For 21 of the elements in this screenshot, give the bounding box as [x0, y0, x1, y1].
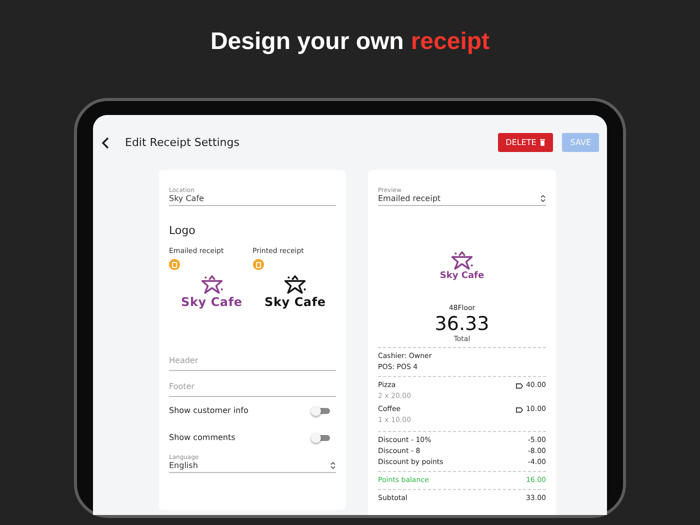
logo-text: Sky Cafe — [440, 271, 484, 281]
toggle-switch[interactable] — [313, 434, 330, 440]
tag-icon — [516, 406, 523, 412]
toggle-label: Show comments — [169, 433, 236, 442]
chevron-up-down-icon — [330, 461, 336, 470]
section-heading: Logo — [169, 224, 196, 237]
toggle-label: Show customer info — [169, 406, 248, 415]
trash-icon — [540, 139, 546, 146]
text-field[interactable]: Footer — [169, 371, 336, 397]
tag-icon — [516, 382, 523, 388]
toggle-switch[interactable] — [313, 408, 330, 414]
logo-text: Sky Cafe — [264, 295, 326, 309]
page-title: Edit Receipt Settings — [125, 136, 240, 149]
total-amount: 36.33 — [434, 313, 490, 335]
delete-button[interactable]: DELETE — [498, 133, 554, 152]
headline-highlight: receipt — [410, 28, 490, 56]
logo-text: Sky Cafe — [181, 295, 242, 309]
headline: Design your own — [210, 28, 404, 56]
text-field[interactable]: Header — [169, 345, 336, 371]
back-icon[interactable] — [101, 136, 111, 148]
chevron-up-down-icon — [540, 194, 546, 203]
